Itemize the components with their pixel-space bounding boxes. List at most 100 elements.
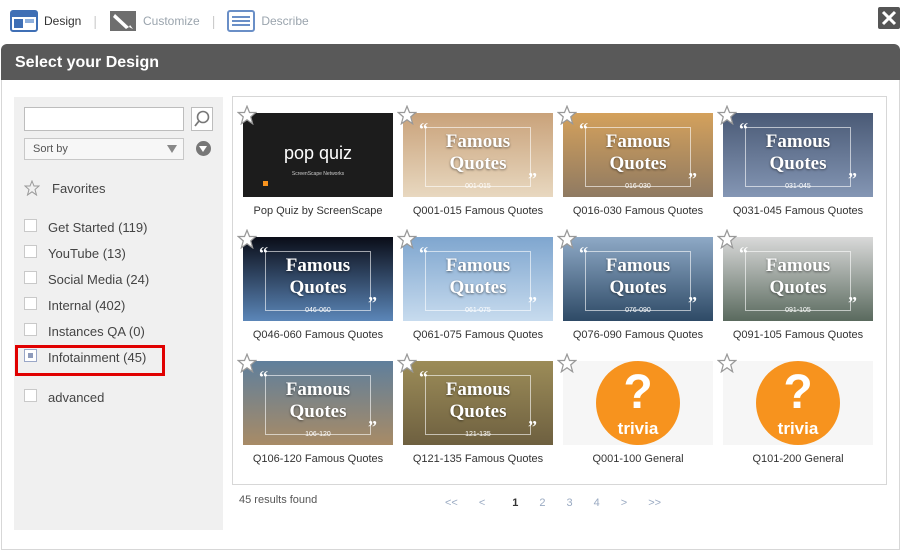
thumb-title-line1: Famous — [765, 131, 831, 152]
design-card[interactable]: “Famous Quotes” 091-105 Q091-105 Famous Quo… — [716, 228, 873, 341]
filter-get-started[interactable]: Get Started (119) — [24, 219, 147, 235]
thumb-title-line1: Famous — [445, 379, 511, 400]
trivia-word: trivia — [777, 419, 819, 438]
thumb-title-line1: Famous — [765, 255, 831, 276]
design-caption: Q121-135 Famous Quotes — [412, 453, 544, 465]
step-design[interactable]: Design — [10, 10, 81, 32]
thumb-range: 076-090 — [625, 307, 651, 314]
popquiz-thumbnail-art: pop quiz ScreenScape Networks — [243, 113, 393, 197]
thumb-range: 091-105 — [785, 307, 811, 314]
sort-direction-button[interactable] — [196, 141, 211, 156]
trivia-thumbnail-art: ? trivia — [723, 361, 873, 445]
step-describe-label: Describe — [261, 14, 309, 28]
quote-thumbnail-art: “Famous Quotes” 076-090 — [563, 237, 713, 321]
design-thumbnail[interactable]: “Famous Quotes” 121-135 — [403, 361, 553, 445]
favorite-star-icon[interactable] — [236, 228, 258, 254]
filter-youtube[interactable]: YouTube (13) — [24, 245, 126, 261]
design-thumbnail[interactable]: “Famous Quotes” 046-060 — [243, 237, 393, 321]
favorite-star-icon[interactable] — [556, 104, 578, 130]
design-thumbnail[interactable]: “Famous Quotes” 076-090 — [563, 237, 713, 321]
design-card[interactable]: “Famous Quotes” 106-120 Q106-120 Famous Quo… — [236, 352, 393, 465]
design-thumbnail[interactable]: “Famous Quotes” 106-120 — [243, 361, 393, 445]
checkbox[interactable] — [24, 245, 37, 258]
favorites-filter[interactable]: Favorites — [24, 180, 105, 196]
page-next[interactable]: > — [621, 497, 627, 509]
favorite-star-icon[interactable] — [716, 228, 738, 254]
design-card[interactable]: “Famous Quotes” 121-135 Q121-135 Famous Quo… — [396, 352, 553, 465]
design-card[interactable]: ? trivia Q001-100 General — [556, 352, 713, 465]
favorite-star-icon[interactable] — [396, 228, 418, 254]
design-card[interactable]: “Famous Quotes” 076-090 Q076-090 Famous Quo… — [556, 228, 713, 341]
thumb-subtitle: ScreenScape Networks — [291, 171, 345, 177]
favorite-star-icon[interactable] — [396, 104, 418, 130]
chevron-down-icon — [167, 145, 177, 153]
page-number[interactable]: 2 — [539, 497, 545, 509]
design-card[interactable]: “Famous Quotes” 016-030 Q016-030 Famous Quo… — [556, 104, 713, 217]
design-thumbnail[interactable]: “Famous Quotes” 016-030 — [563, 113, 713, 197]
page-title: Select your Design — [15, 54, 160, 71]
quote-thumbnail-art: “Famous Quotes” 001-015 — [403, 113, 553, 197]
trivia-thumbnail-art: ? trivia — [563, 361, 713, 445]
favorite-star-icon[interactable] — [396, 352, 418, 378]
design-thumbnail[interactable]: pop quiz ScreenScape Networks — [243, 113, 393, 197]
design-caption: Q101-200 General — [752, 453, 844, 465]
question-mark-icon: ? — [783, 366, 813, 419]
advanced-toggle[interactable]: advanced — [24, 389, 105, 405]
design-caption: Q001-015 Famous Quotes — [412, 205, 544, 217]
design-card[interactable]: “Famous Quotes” 061-075 Q061-075 Famous Quo… — [396, 228, 553, 341]
search-input[interactable] — [24, 107, 184, 131]
filter-internal[interactable]: Internal (402) — [24, 297, 126, 313]
page-prev[interactable]: < — [479, 497, 485, 509]
pagination: << < 1 2 3 4 > >> — [445, 497, 682, 509]
page-number[interactable]: 1 — [512, 497, 518, 509]
design-card[interactable]: pop quiz ScreenScape Networks Pop Quiz by … — [236, 104, 393, 217]
filter-social-media[interactable]: Social Media (24) — [24, 271, 150, 287]
step-describe[interactable]: Describe — [227, 10, 309, 32]
filter-label: Social Media (24) — [48, 272, 150, 287]
page-number[interactable]: 4 — [594, 497, 600, 509]
thumb-title: pop quiz — [283, 143, 353, 163]
quote-thumbnail-art: “Famous Quotes” 046-060 — [243, 237, 393, 321]
design-thumbnail[interactable]: “Famous Quotes” 001-015 — [403, 113, 553, 197]
checkbox[interactable] — [24, 271, 37, 284]
design-card[interactable]: ? trivia Q101-200 General — [716, 352, 873, 465]
quote-thumbnail-art: “Famous Quotes” 091-105 — [723, 237, 873, 321]
design-thumbnail[interactable]: ? trivia — [723, 361, 873, 445]
design-thumbnail[interactable]: “Famous Quotes” 091-105 — [723, 237, 873, 321]
checkbox[interactable] — [24, 323, 37, 336]
checkbox[interactable] — [24, 389, 37, 402]
accent-square — [263, 181, 268, 186]
design-thumbnail[interactable]: “Famous Quotes” 031-045 — [723, 113, 873, 197]
step-customize[interactable]: Customize — [109, 10, 200, 32]
checkbox[interactable] — [24, 297, 37, 310]
page-last[interactable]: >> — [648, 497, 661, 509]
title-bar: Select your Design — [1, 44, 900, 80]
design-thumbnail[interactable]: ? trivia — [563, 361, 713, 445]
design-caption: Q016-030 Famous Quotes — [572, 205, 704, 217]
design-caption: Pop Quiz by ScreenScape — [253, 205, 383, 217]
filter-label: Internal (402) — [48, 298, 126, 313]
advanced-label: advanced — [48, 390, 105, 405]
selection-highlight — [15, 345, 165, 376]
design-card[interactable]: “Famous Quotes” 031-045 Q031-045 Famous Quo… — [716, 104, 873, 217]
filter-instances-qa[interactable]: Instances QA (0) — [24, 323, 145, 339]
checkbox[interactable] — [24, 219, 37, 232]
design-card[interactable]: “Famous Quotes” 046-060 Q046-060 Famous Quo… — [236, 228, 393, 341]
favorite-star-icon[interactable] — [236, 104, 258, 130]
favorite-star-icon[interactable] — [716, 104, 738, 130]
step-separator: | — [211, 13, 216, 29]
sort-select[interactable]: Sort by — [24, 138, 184, 160]
design-card[interactable]: “Famous Quotes” 001-015 Q001-015 Famous Quo… — [396, 104, 553, 217]
quote-thumbnail-art: “Famous Quotes” 031-045 — [723, 113, 873, 197]
favorite-star-icon[interactable] — [716, 352, 738, 378]
page-first[interactable]: << — [445, 497, 458, 509]
close-button[interactable] — [878, 7, 900, 29]
favorite-star-icon[interactable] — [556, 228, 578, 254]
favorite-star-icon[interactable] — [236, 352, 258, 378]
search-button[interactable] — [191, 107, 213, 131]
step-design-label: Design — [44, 14, 82, 28]
favorite-star-icon[interactable] — [556, 352, 578, 378]
design-thumbnail[interactable]: “Famous Quotes” 061-075 — [403, 237, 553, 321]
design-caption: Q106-120 Famous Quotes — [252, 453, 384, 465]
page-number[interactable]: 3 — [567, 497, 573, 509]
